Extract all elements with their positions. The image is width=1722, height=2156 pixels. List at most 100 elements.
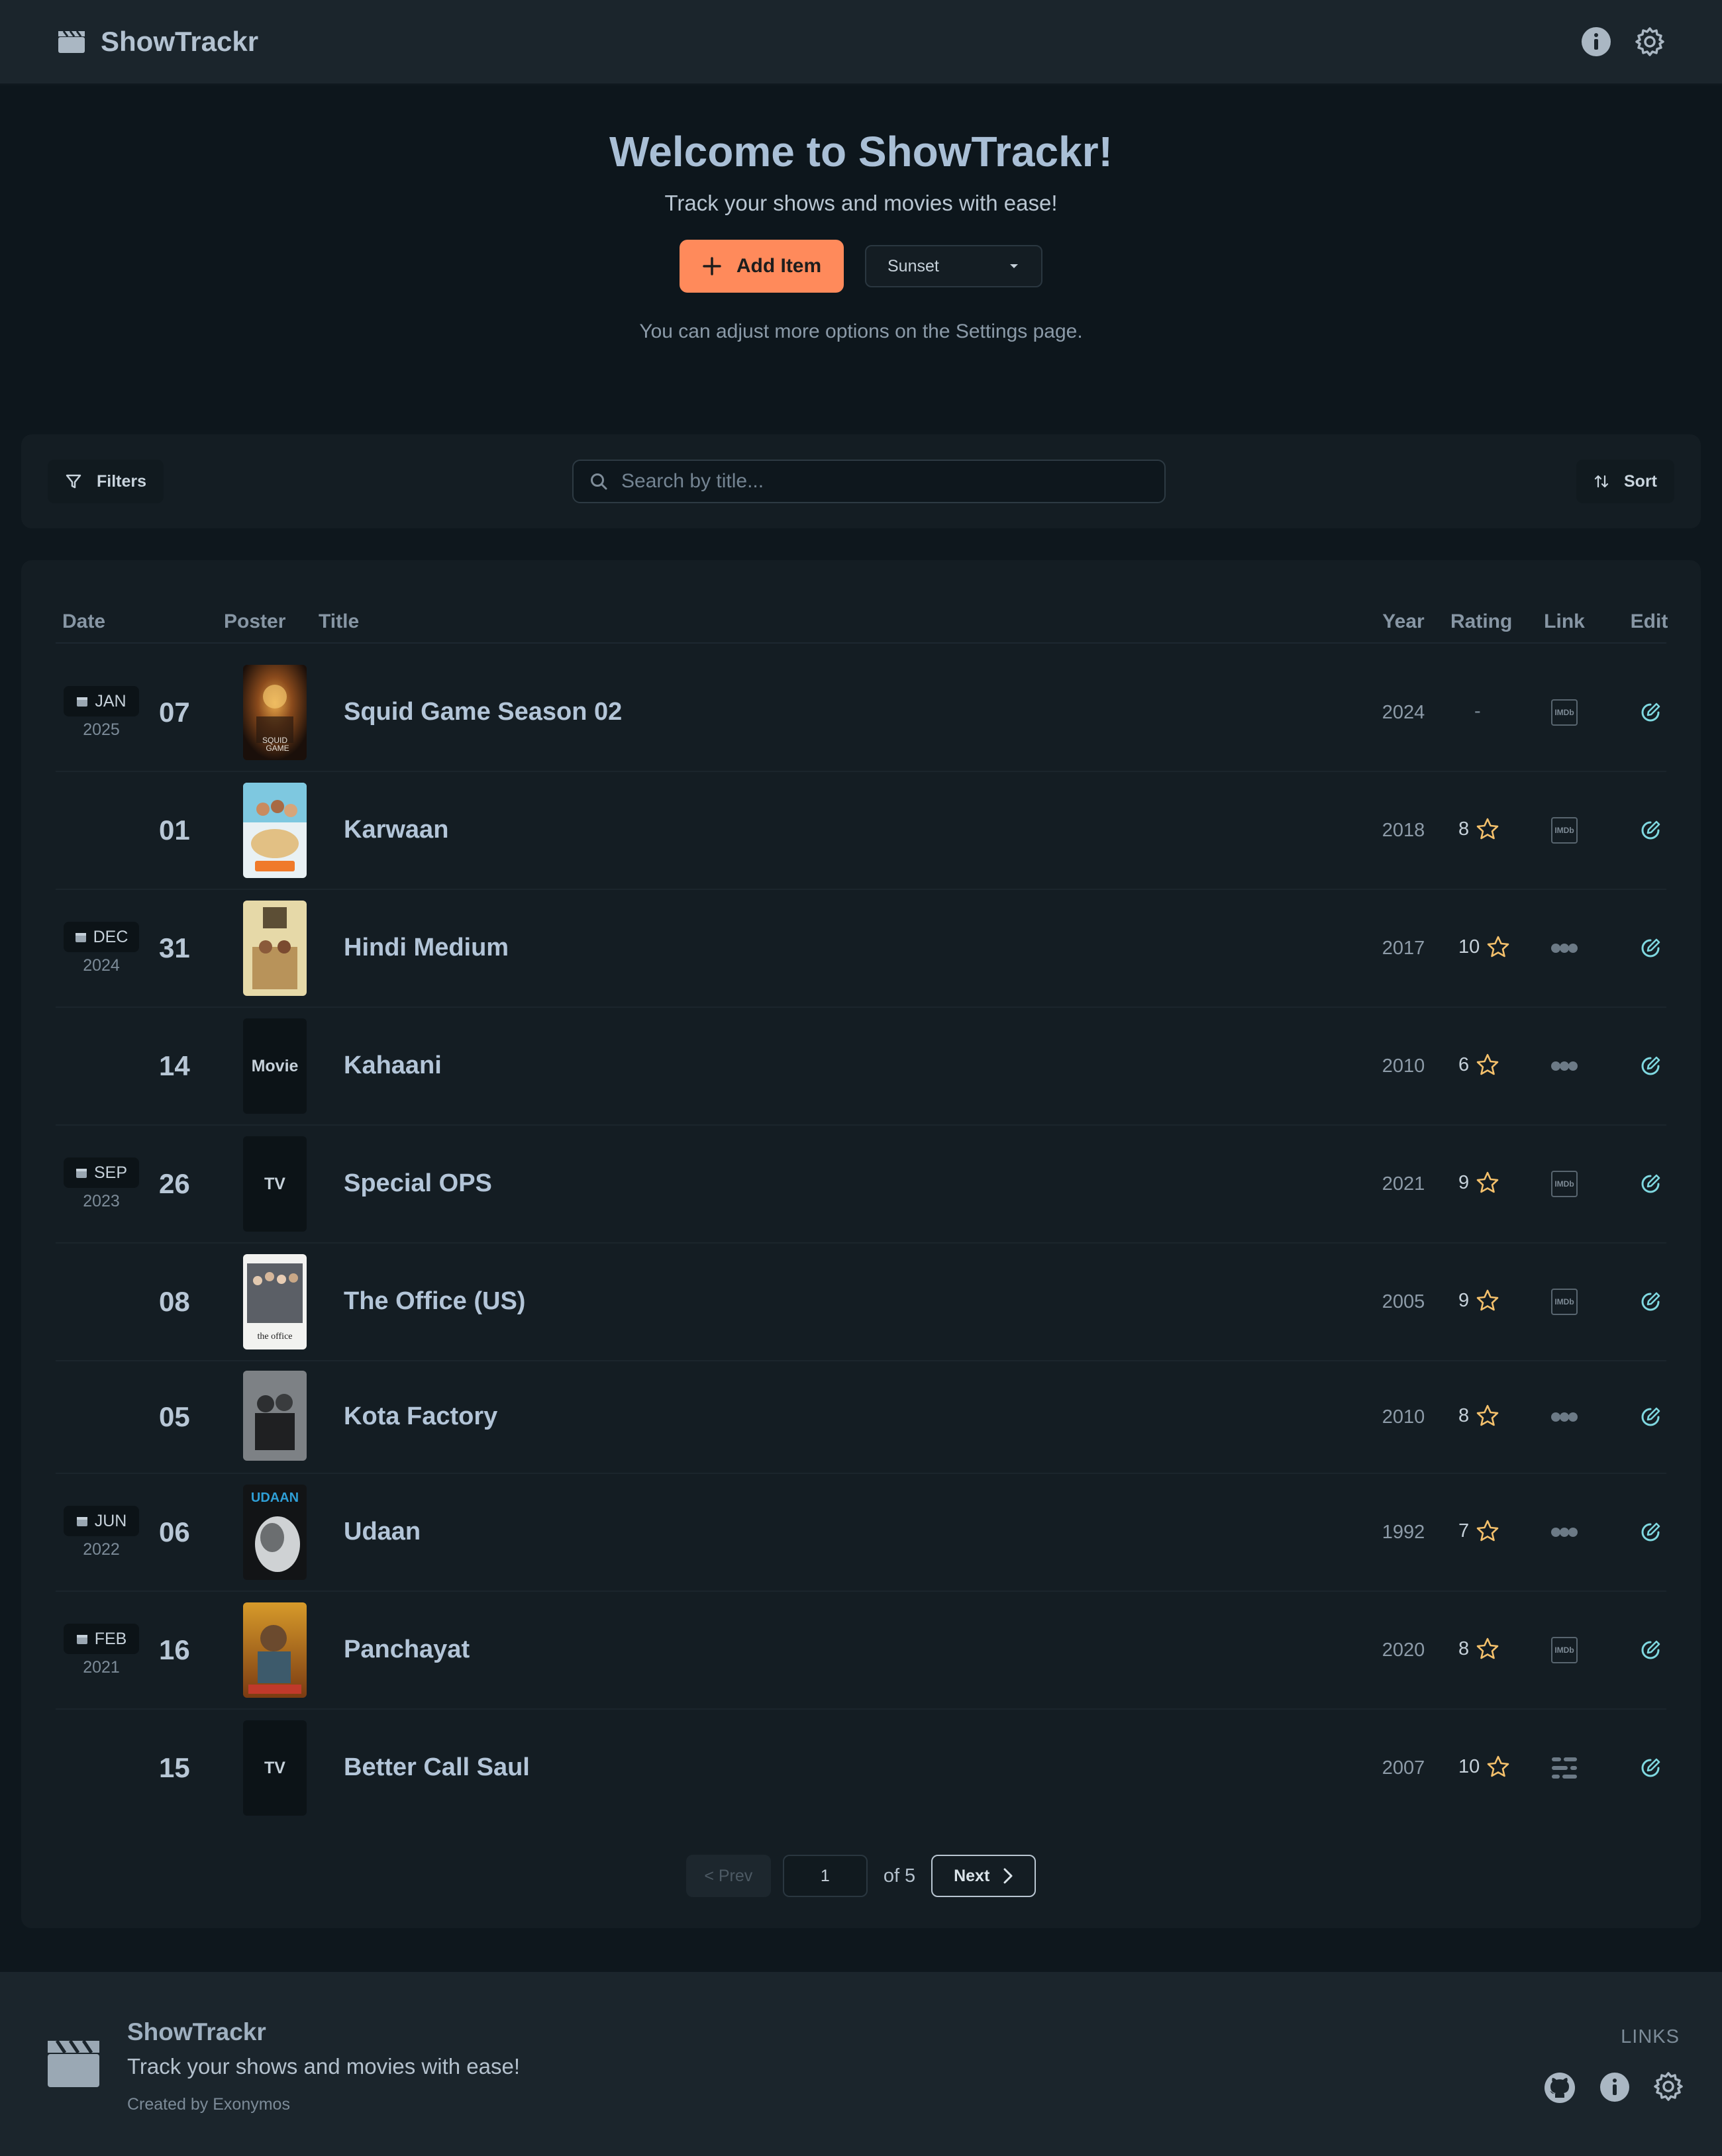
gear-icon[interactable]: [1653, 2071, 1684, 2102]
poster-image[interactable]: [243, 1371, 307, 1461]
media-title[interactable]: Better Call Saul: [344, 1753, 530, 1782]
filters-button[interactable]: Filters: [48, 460, 164, 503]
media-title[interactable]: Karwaan: [344, 816, 448, 844]
table-row[interactable]: JUN 2022 06 UDAAN Udaan 1992 7: [56, 1474, 1666, 1592]
imdb-link[interactable]: IMDb: [1550, 1636, 1579, 1665]
table-row[interactable]: 01 Karwaan 2018 8 IMDb: [56, 772, 1666, 890]
plus-icon: [703, 257, 721, 275]
svg-text:GAME: GAME: [266, 744, 289, 753]
date-day: 07: [159, 697, 190, 728]
edit-button[interactable]: [1636, 1636, 1665, 1665]
poster-image[interactable]: [243, 1602, 307, 1698]
date-month-badge: SEP: [64, 1157, 139, 1188]
media-title[interactable]: Squid Game Season 02: [344, 698, 622, 726]
poster-placeholder[interactable]: Movie: [243, 1018, 307, 1114]
media-title[interactable]: Udaan: [344, 1518, 421, 1546]
tmdb-link[interactable]: [1550, 1753, 1579, 1783]
imdb-link[interactable]: IMDb: [1550, 1169, 1579, 1199]
date-year: 2022: [83, 1540, 120, 1559]
theme-select[interactable]: Sunset: [865, 245, 1042, 287]
edit-button[interactable]: [1636, 698, 1665, 727]
info-icon[interactable]: [1599, 2071, 1631, 2103]
edit-button[interactable]: [1636, 1402, 1665, 1432]
edit-button[interactable]: [1636, 1287, 1665, 1316]
edit-button[interactable]: [1636, 816, 1665, 845]
date-month-badge: JAN: [64, 686, 139, 716]
search-box: [572, 460, 1166, 503]
table-row[interactable]: 08 the office The Office (US) 2005 9 IMD…: [56, 1244, 1666, 1361]
table-row[interactable]: 15 TV Better Call Saul 2007 10: [56, 1710, 1666, 1828]
media-rating-empty: -: [1474, 701, 1481, 722]
edit-icon: [1641, 1758, 1660, 1777]
table-row[interactable]: 05 Kota Factory 2010 8: [56, 1361, 1666, 1474]
media-title[interactable]: Kahaani: [344, 1052, 442, 1080]
tmdb-icon: [1552, 1757, 1577, 1779]
prev-page-button[interactable]: < Prev: [685, 1855, 771, 1897]
edit-button[interactable]: [1636, 1753, 1665, 1783]
header-rating[interactable]: Rating: [1450, 600, 1512, 644]
media-title[interactable]: Kota Factory: [344, 1402, 497, 1431]
hero-title: Welcome to ShowTrackr!: [609, 128, 1113, 175]
edit-button[interactable]: [1636, 1169, 1665, 1199]
imdb-icon: IMDb: [1551, 1289, 1578, 1315]
calendar-icon: [76, 1517, 87, 1526]
table-row[interactable]: DEC 2024 31 Hindi Medium 2017 10: [56, 890, 1666, 1008]
date-day: 08: [159, 1286, 190, 1317]
poster-image[interactable]: the office: [243, 1254, 307, 1349]
next-page-button[interactable]: Next: [931, 1855, 1037, 1897]
rating-value: 9: [1458, 1289, 1470, 1311]
brand[interactable]: ShowTrackr: [57, 26, 258, 58]
date-day: 06: [159, 1516, 190, 1547]
media-year: 2017: [1382, 938, 1425, 959]
media-year: 2005: [1382, 1291, 1425, 1312]
github-icon[interactable]: [1543, 2071, 1576, 2104]
letterboxd-link[interactable]: [1550, 1052, 1579, 1081]
info-icon[interactable]: [1580, 26, 1612, 58]
imdb-link[interactable]: IMDb: [1550, 698, 1579, 727]
edit-button[interactable]: [1636, 1052, 1665, 1081]
poster-placeholder[interactable]: TV: [243, 1720, 307, 1816]
table-row[interactable]: JAN 2025 07 SQUID GAME Squid Game Season…: [56, 654, 1666, 772]
letterboxd-link[interactable]: [1550, 1518, 1579, 1547]
letterboxd-link[interactable]: [1550, 934, 1579, 963]
table-row[interactable]: 14 Movie Kahaani 2010 6: [56, 1008, 1666, 1126]
header-date[interactable]: Date: [62, 600, 105, 644]
letterboxd-link[interactable]: [1550, 1402, 1579, 1432]
header-year[interactable]: Year: [1374, 600, 1433, 644]
media-year: 2018: [1382, 820, 1425, 841]
poster-image[interactable]: [243, 901, 307, 996]
imdb-link[interactable]: IMDb: [1550, 816, 1579, 845]
imdb-link[interactable]: IMDb: [1550, 1287, 1579, 1316]
edit-button[interactable]: [1636, 934, 1665, 963]
sort-button[interactable]: Sort: [1576, 460, 1674, 503]
edit-button[interactable]: [1636, 1518, 1665, 1547]
add-item-button[interactable]: Add Item: [680, 240, 844, 293]
media-title[interactable]: Special OPS: [344, 1169, 492, 1198]
header-title[interactable]: Title: [319, 600, 359, 644]
media-year: 2021: [1382, 1173, 1425, 1195]
search-input[interactable]: [621, 470, 1148, 493]
imdb-icon: IMDb: [1551, 1637, 1578, 1663]
poster-image[interactable]: [243, 783, 307, 878]
sort-label: Sort: [1624, 471, 1657, 491]
next-label: Next: [954, 1866, 990, 1885]
page-number-input[interactable]: 1: [782, 1855, 868, 1897]
poster-art-hindi-medium: [243, 901, 307, 996]
header-link: Link: [1544, 611, 1585, 632]
gear-icon[interactable]: [1635, 26, 1665, 57]
poster-placeholder[interactable]: TV: [243, 1136, 307, 1232]
poster-image[interactable]: SQUID GAME: [243, 665, 307, 760]
poster-image[interactable]: UDAAN: [243, 1485, 307, 1580]
media-year: 2024: [1382, 702, 1425, 723]
date-month-badge: JUN: [64, 1506, 139, 1536]
calendar-icon: [77, 697, 88, 707]
table-row[interactable]: SEP 2023 26 TV Special OPS 2021 9 IMDb: [56, 1126, 1666, 1244]
media-rating: 8: [1458, 1404, 1499, 1428]
media-title[interactable]: The Office (US): [344, 1287, 525, 1316]
edit-icon: [1641, 1056, 1660, 1075]
star-icon: [1476, 1520, 1499, 1542]
media-title[interactable]: Panchayat: [344, 1636, 470, 1664]
table-row[interactable]: FEB 2021 16 Panchayat 2020 8 IMDb: [56, 1592, 1666, 1710]
media-title[interactable]: Hindi Medium: [344, 934, 509, 962]
imdb-icon: IMDb: [1551, 1171, 1578, 1197]
